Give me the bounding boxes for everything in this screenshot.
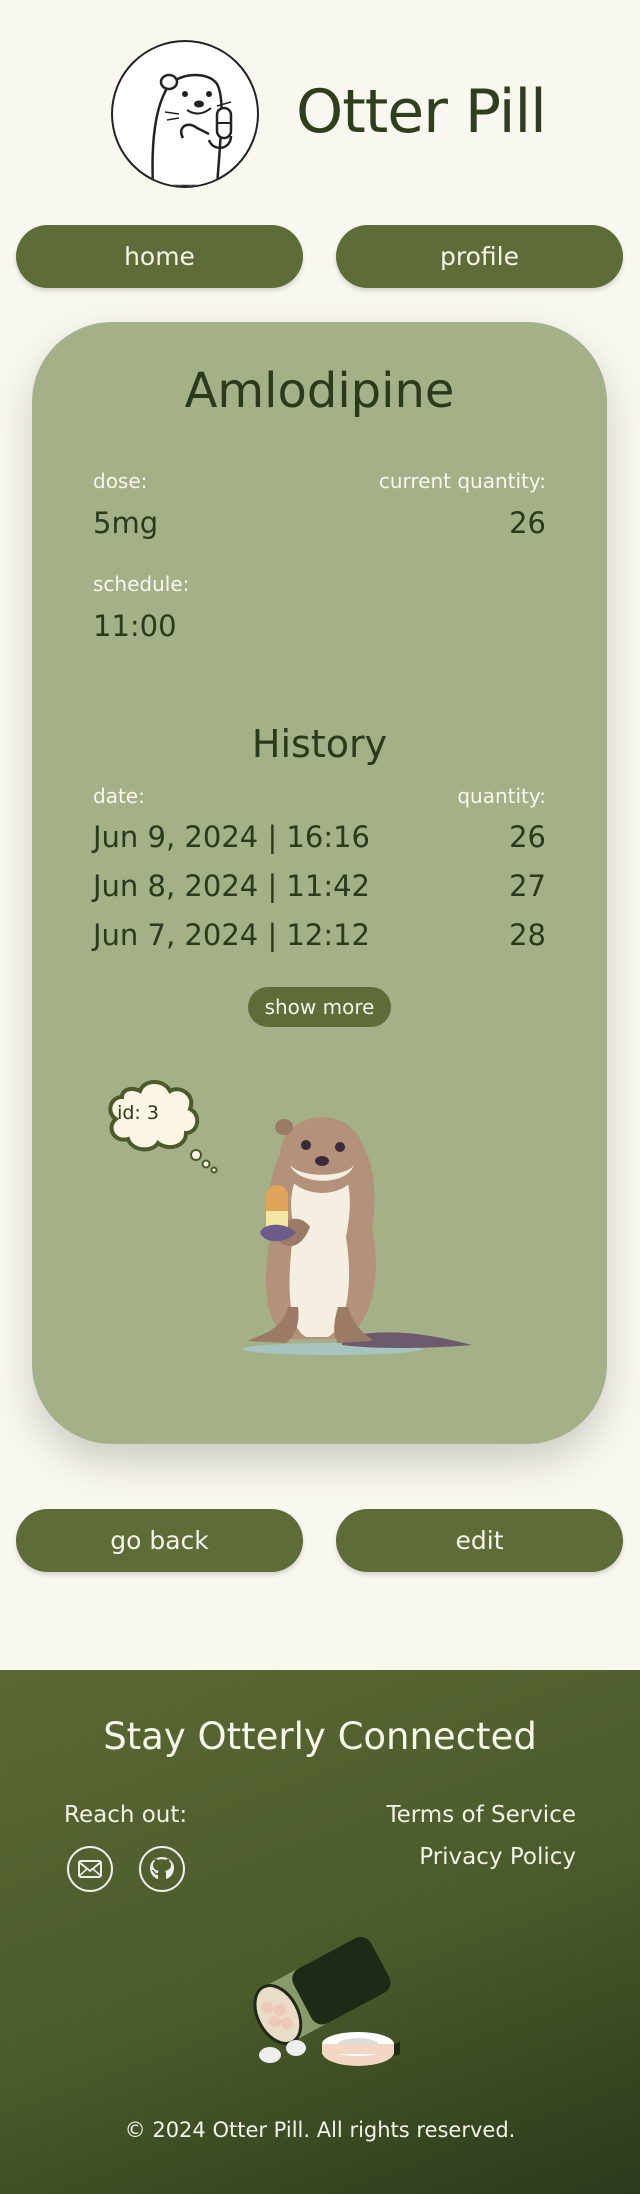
show-more-button[interactable]: show more (248, 987, 391, 1027)
history-date: Jun 7, 2024 | 12:12 (93, 918, 371, 952)
history-row: Jun 8, 2024 | 11:42 27 (93, 869, 546, 909)
github-icon[interactable] (139, 1846, 185, 1892)
history-date-label: date: (93, 784, 145, 808)
history-date: Jun 8, 2024 | 11:42 (93, 869, 371, 903)
go-back-button[interactable]: go back (16, 1509, 303, 1572)
current-quantity-label: current quantity: (378, 469, 546, 493)
footer-title: Stay Otterly Connected (103, 1715, 537, 1758)
edit-button[interactable]: edit (336, 1509, 623, 1572)
dose-value: 5mg (93, 506, 159, 540)
history-row: Jun 9, 2024 | 16:16 26 (93, 820, 546, 860)
schedule-value: 11:00 (93, 609, 177, 643)
otter-mascot (242, 1117, 472, 1355)
home-button[interactable]: home (16, 225, 303, 288)
header: Otter Pill (0, 0, 640, 200)
history-quantity: 28 (509, 918, 546, 952)
bubble-text: id: 3 (117, 1102, 159, 1124)
footer: Stay Otterly Connected Reach out: Terms … (0, 1670, 640, 2194)
terms-link[interactable]: Terms of Service (386, 1802, 576, 1828)
mail-icon[interactable] (67, 1846, 113, 1892)
history-date: Jun 9, 2024 | 16:16 (93, 820, 371, 854)
history-quantity: 27 (509, 869, 546, 903)
pill-bottle-illustration (253, 1936, 400, 2066)
reach-out-label: Reach out: (64, 1802, 188, 1828)
privacy-link[interactable]: Privacy Policy (419, 1844, 576, 1870)
medication-card: Amlodipine dose: current quantity: 5mg 2… (32, 322, 607, 1444)
thought-bubble (108, 1080, 218, 1174)
app-title: Otter Pill (296, 77, 547, 147)
medication-name: Amlodipine (184, 363, 455, 419)
profile-button[interactable]: profile (336, 225, 623, 288)
dose-label: dose: (93, 469, 148, 493)
copyright-text: © 2024 Otter Pill. All rights reserved. (124, 2118, 516, 2142)
history-title: History (251, 722, 388, 766)
otter-logo[interactable] (111, 40, 259, 188)
current-quantity-value: 26 (509, 506, 546, 540)
history-row: Jun 7, 2024 | 12:12 28 (93, 918, 546, 958)
history-quantity-label: quantity: (457, 784, 546, 808)
history-quantity: 26 (509, 820, 546, 854)
schedule-label: schedule: (93, 572, 190, 596)
